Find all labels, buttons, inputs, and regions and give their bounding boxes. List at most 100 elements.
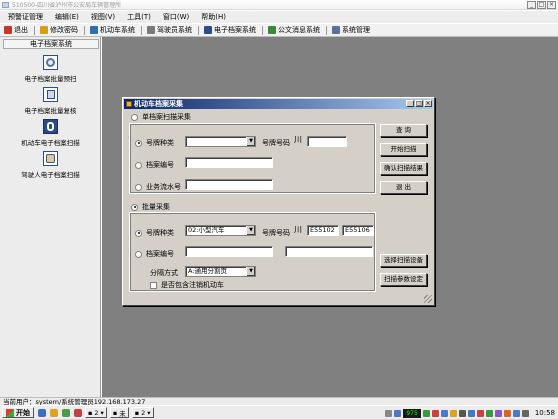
taskbar-task-button[interactable]: ▪ 2 ▾ bbox=[85, 407, 107, 418]
tray-icon[interactable] bbox=[431, 409, 439, 417]
batch-plate-type-option[interactable]: 号牌种类 bbox=[135, 228, 174, 238]
taskbar: 开始 ▪ 2 ▾ ▪ 未 ▪ 2 ▾ 975 10:58 bbox=[0, 405, 558, 419]
split-mode-select[interactable]: A:通用分割页 ▼ bbox=[185, 266, 256, 277]
desktop-icon[interactable] bbox=[62, 408, 70, 417]
scan-params-button[interactable]: 扫描参数设定 bbox=[380, 273, 427, 286]
windows-logo-icon bbox=[6, 408, 14, 417]
query-button[interactable]: 查 询 bbox=[380, 124, 427, 137]
maximize-button[interactable]: □ bbox=[537, 1, 546, 9]
single-plate-prefix: 川 bbox=[294, 135, 302, 144]
single-archive-no-radio[interactable] bbox=[135, 161, 142, 169]
single-plate-no-label: 号牌号码 bbox=[262, 139, 290, 147]
batch-plate-type-select[interactable]: 02:小型汽车 ▼ bbox=[185, 225, 256, 236]
tray-icon[interactable] bbox=[485, 409, 493, 417]
folder-icon[interactable] bbox=[50, 408, 58, 417]
single-scan-radio[interactable] bbox=[131, 113, 138, 121]
taskbar-task-button[interactable]: ▪ 2 ▾ bbox=[131, 407, 154, 418]
single-plate-type-select[interactable]: ▼ bbox=[185, 136, 256, 147]
menu-item[interactable]: 编辑(E) bbox=[55, 12, 79, 22]
settings-icon bbox=[332, 26, 340, 34]
toolbar-message-system-button[interactable]: 公文消息系统 bbox=[268, 25, 320, 35]
media-icon[interactable] bbox=[74, 408, 82, 417]
menu-item[interactable]: 帮助(H) bbox=[201, 12, 226, 22]
dialog-minimize-button[interactable]: _ bbox=[406, 100, 414, 107]
close-button[interactable]: × bbox=[547, 1, 556, 9]
app-title: 510500-四川省泸州市公安局车辆管理所 bbox=[12, 2, 122, 9]
speaker-icon[interactable] bbox=[521, 409, 529, 417]
toolbar-system-management-button[interactable]: 系统管理 bbox=[332, 25, 370, 35]
dialog-title-bar[interactable]: 机动车档案采集 _ □ × bbox=[124, 99, 433, 109]
dialog-maximize-button[interactable]: □ bbox=[415, 100, 423, 107]
toolbar: 退出 修改密码 机动车系统 驾驶员系统 电子档案系统 公文消息系统 系统管理 bbox=[0, 23, 558, 37]
confirm-scan-button[interactable]: 确认扫描结果 bbox=[380, 162, 427, 175]
tray-icon[interactable] bbox=[476, 409, 484, 417]
sidebar-header: 电子档案系统 bbox=[3, 39, 99, 49]
tray-icon[interactable] bbox=[467, 409, 475, 417]
batch-archive-to-input[interactable] bbox=[285, 246, 373, 257]
resize-grip[interactable] bbox=[424, 295, 432, 303]
sidebar: 电子档案系统 电子档案批量预扫 电子档案批量复核 机动车电子档案扫描 驾驶人电子… bbox=[0, 37, 101, 397]
include-cancelled-option[interactable]: 是否包含注销机动车 bbox=[150, 280, 224, 290]
tray-icon[interactable] bbox=[512, 409, 520, 417]
ie-icon[interactable] bbox=[38, 408, 46, 417]
app-title-bar: 510500-四川省泸州市公安局车辆管理所 _ □ × bbox=[0, 0, 558, 10]
sidebar-item-batch-review[interactable]: 电子档案批量复核 bbox=[0, 87, 101, 115]
batch-plate-from-input[interactable]: E55102 bbox=[307, 225, 339, 236]
tray-icon[interactable] bbox=[494, 409, 502, 417]
toolbar-divider bbox=[262, 25, 263, 35]
choose-scan-device-button[interactable]: 选择扫描设备 bbox=[380, 254, 427, 267]
network-meter[interactable]: 975 bbox=[403, 408, 421, 418]
menu-item[interactable]: 视图(V) bbox=[91, 12, 115, 22]
batch-scan-radio[interactable] bbox=[131, 203, 138, 211]
single-plate-type-radio[interactable] bbox=[135, 139, 142, 147]
single-archive-no-option[interactable]: 档案编号 bbox=[135, 160, 174, 170]
toolbar-exit-button[interactable]: 退出 bbox=[4, 25, 28, 35]
minimize-button[interactable]: _ bbox=[527, 1, 536, 9]
tray-icon[interactable] bbox=[449, 409, 457, 417]
toolbar-divider bbox=[84, 25, 85, 35]
batch-plate-to-input[interactable]: E55106 bbox=[342, 225, 374, 236]
driver-archive-icon bbox=[43, 151, 58, 166]
taskbar-task-button[interactable]: ▪ 未 bbox=[109, 407, 129, 418]
dialog-close-button[interactable]: × bbox=[424, 100, 432, 107]
single-plate-type-option[interactable]: 号牌种类 bbox=[135, 138, 174, 148]
tray-icon[interactable] bbox=[394, 409, 402, 417]
batch-plate-type-radio[interactable] bbox=[135, 229, 142, 237]
exit-button[interactable]: 退 出 bbox=[380, 181, 427, 194]
single-plate-no-input[interactable] bbox=[307, 136, 347, 147]
clock[interactable]: 10:58 bbox=[535, 409, 555, 417]
tray-icon[interactable] bbox=[503, 409, 511, 417]
single-flow-no-radio[interactable] bbox=[135, 183, 142, 191]
batch-scan-option[interactable]: 批量采集 bbox=[131, 202, 170, 212]
message-icon bbox=[268, 26, 276, 34]
single-archive-no-input[interactable] bbox=[185, 157, 273, 168]
single-flow-no-input[interactable] bbox=[185, 179, 273, 190]
batch-archive-from-input[interactable] bbox=[185, 246, 273, 257]
toolbar-change-password-button[interactable]: 修改密码 bbox=[40, 25, 78, 35]
tray-icon[interactable] bbox=[440, 409, 448, 417]
sidebar-item-batch-prescan[interactable]: 电子档案批量预扫 bbox=[0, 55, 101, 83]
dialog-title: 机动车档案采集 bbox=[134, 100, 183, 108]
batch-archive-no-radio[interactable] bbox=[135, 250, 142, 258]
window-icon: ▪ bbox=[88, 408, 93, 417]
menu-item[interactable]: 窗口(W) bbox=[163, 12, 189, 22]
tray-icon[interactable] bbox=[422, 409, 430, 417]
start-scan-button[interactable]: 开始扫描 bbox=[380, 143, 427, 156]
toolbar-driver-system-button[interactable]: 驾驶员系统 bbox=[147, 25, 192, 35]
menu-bar: 预警证管理 编辑(E) 视图(V) 工具(T) 窗口(W) 帮助(H) bbox=[0, 11, 558, 23]
menu-item[interactable]: 工具(T) bbox=[127, 12, 151, 22]
batch-plate-prefix: 川 bbox=[294, 225, 302, 234]
toolbar-archive-system-button[interactable]: 电子档案系统 bbox=[204, 25, 256, 35]
menu-item[interactable]: 预警证管理 bbox=[8, 12, 43, 22]
sidebar-item-vehicle-archive-scan[interactable]: 机动车电子档案扫描 bbox=[0, 119, 101, 147]
tray-icon[interactable] bbox=[385, 409, 393, 417]
sidebar-item-driver-archive-scan[interactable]: 驾驶人电子档案扫描 bbox=[0, 151, 101, 179]
include-cancelled-checkbox[interactable] bbox=[150, 281, 157, 289]
single-flow-no-option[interactable]: 业务流水号 bbox=[135, 182, 181, 192]
toolbar-vehicle-system-button[interactable]: 机动车系统 bbox=[90, 25, 135, 35]
start-button[interactable]: 开始 bbox=[2, 407, 34, 418]
single-scan-option[interactable]: 单档案扫描采集 bbox=[131, 112, 191, 122]
batch-archive-no-option[interactable]: 档案编号 bbox=[135, 249, 174, 259]
chevron-down-icon: ▾ bbox=[147, 408, 151, 417]
tray-icon[interactable] bbox=[458, 409, 466, 417]
